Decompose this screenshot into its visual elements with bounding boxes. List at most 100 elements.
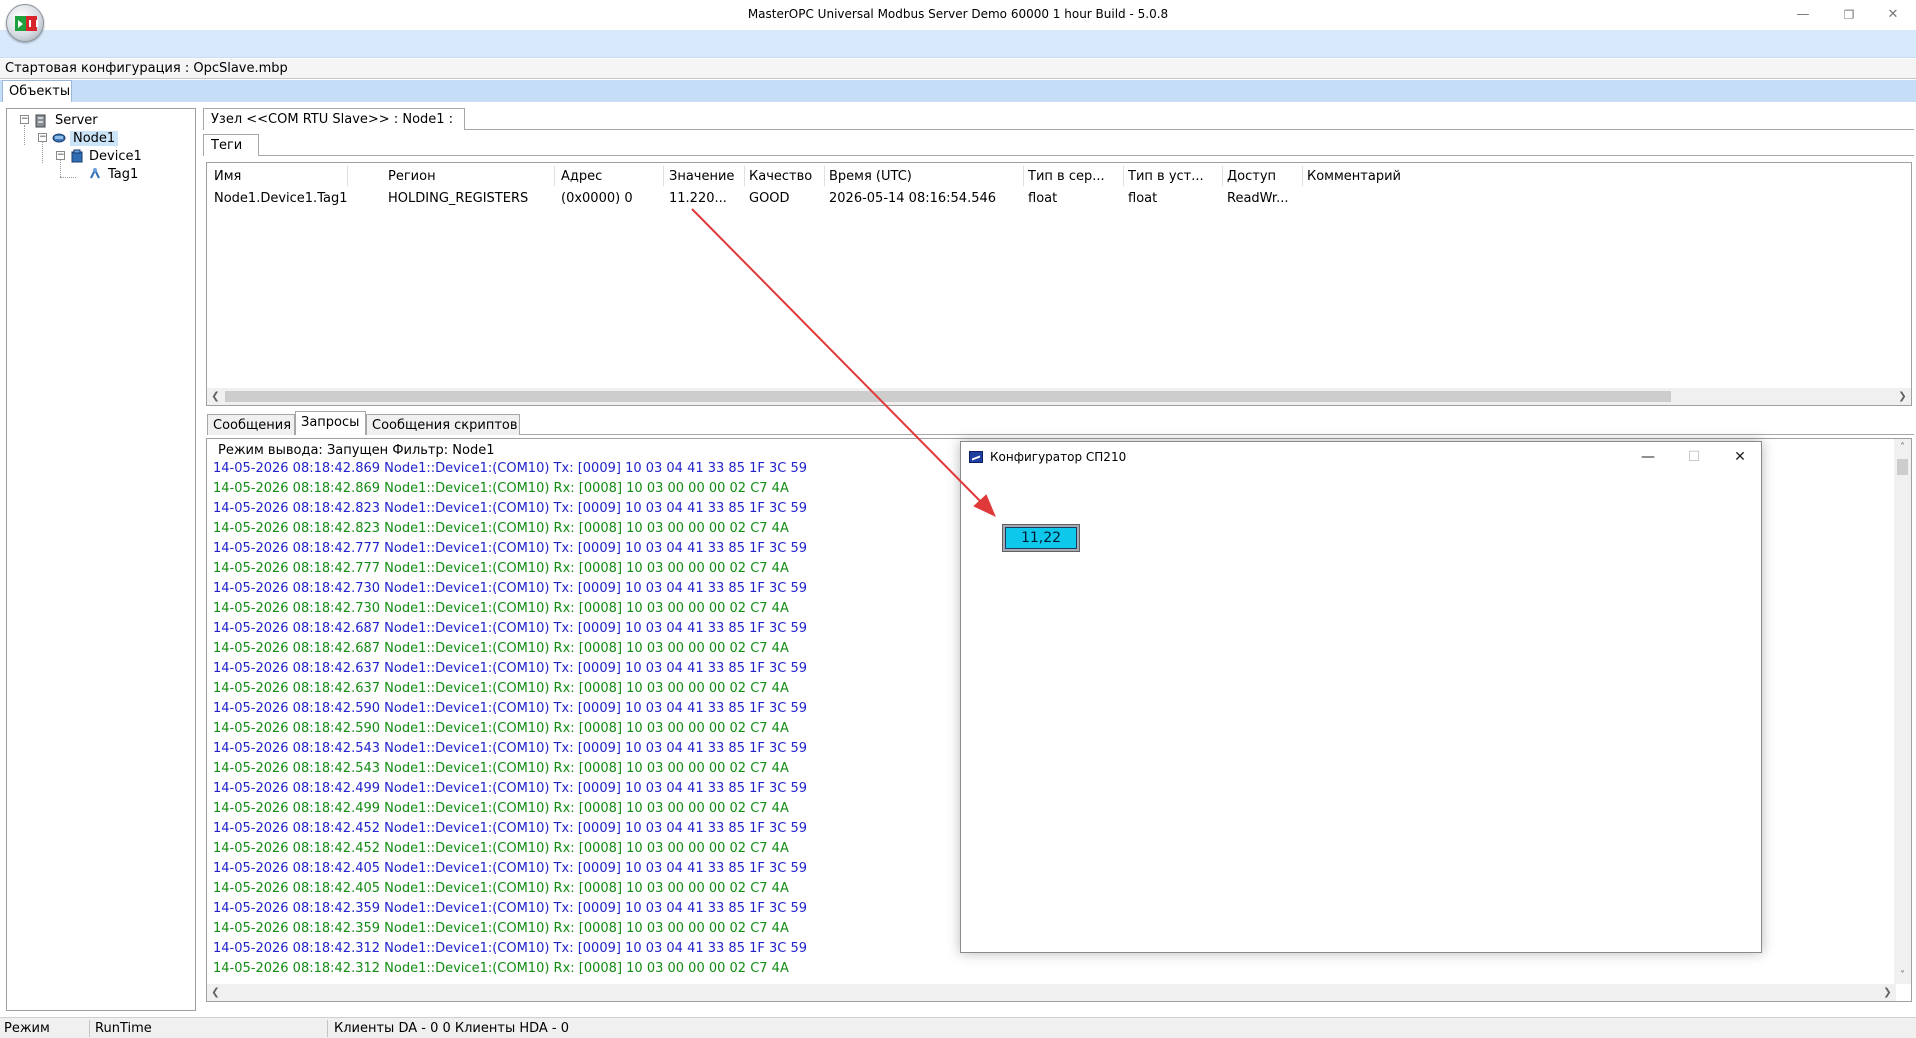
log-line-rx: 14-05-2026 08:18:42.777 Node1::Device1:(… xyxy=(213,561,789,576)
log-line-rx: 14-05-2026 08:18:42.730 Node1::Device1:(… xyxy=(213,601,789,616)
cell-time: 2026-05-14 08:16:54.546 xyxy=(829,191,997,206)
minimize-button[interactable]: — xyxy=(1780,0,1826,30)
sp210-window-title: Конфигуратор СП210 xyxy=(990,450,1127,464)
column-header-time[interactable]: Время (UTC) xyxy=(829,169,912,184)
log-line-tx: 14-05-2026 08:18:42.543 Node1::Device1:(… xyxy=(213,741,808,756)
tree-item-device1[interactable]: Device1 xyxy=(89,149,142,164)
column-header-device-type[interactable]: Тип в уст... xyxy=(1128,169,1204,184)
config-label: Стартовая конфигурация : OpcSlave.mbp xyxy=(5,61,288,76)
window-title: MasterOPC Universal Modbus Server Demo 6… xyxy=(747,7,1169,21)
column-header-region[interactable]: Регион xyxy=(388,169,436,184)
column-header-comment[interactable]: Комментарий xyxy=(1307,169,1401,184)
value-display-frame: 11,22 xyxy=(1002,524,1080,552)
tab-script-messages[interactable]: Сообщения скриптов xyxy=(366,414,520,435)
log-line-tx: 14-05-2026 08:18:42.590 Node1::Device1:(… xyxy=(213,701,808,716)
status-mode-label: Режим xyxy=(4,1021,50,1036)
log-line-tx: 14-05-2026 08:18:42.499 Node1::Device1:(… xyxy=(213,781,808,796)
tab-tags[interactable]: Теги xyxy=(203,134,259,156)
column-header-server-type[interactable]: Тип в сер... xyxy=(1028,169,1105,184)
scroll-thumb[interactable] xyxy=(225,391,1671,402)
log-vertical-scrollbar[interactable]: ˄ ˅ xyxy=(1894,439,1911,984)
log-line-tx: 14-05-2026 08:18:42.637 Node1::Device1:(… xyxy=(213,661,808,676)
divider xyxy=(259,155,1914,156)
log-line-tx: 14-05-2026 08:18:42.687 Node1::Device1:(… xyxy=(213,621,808,636)
log-line-rx: 14-05-2026 08:18:42.869 Node1::Device1:(… xyxy=(213,481,789,496)
server-icon xyxy=(35,114,46,128)
object-tree: − Server − Node1 − Device1 Tag1 xyxy=(6,108,196,1011)
log-line-tx: 14-05-2026 08:18:42.359 Node1::Device1:(… xyxy=(213,901,808,916)
log-line-rx: 14-05-2026 08:18:42.687 Node1::Device1:(… xyxy=(213,641,789,656)
config-bar: Стартовая конфигурация : OpcSlave.mbp xyxy=(0,59,1916,79)
column-header-quality[interactable]: Качество xyxy=(749,169,812,184)
cell-name: Node1.Device1.Tag1 xyxy=(214,191,348,206)
scroll-left-icon[interactable]: ❮ xyxy=(207,388,224,405)
log-line-rx: 14-05-2026 08:18:42.823 Node1::Device1:(… xyxy=(213,521,789,536)
divider xyxy=(520,434,1914,435)
log-line-tx: 14-05-2026 08:18:42.777 Node1::Device1:(… xyxy=(213,541,808,556)
column-header-value[interactable]: Значение xyxy=(669,169,734,184)
log-line-rx: 14-05-2026 08:18:42.543 Node1::Device1:(… xyxy=(213,761,789,776)
log-line-rx: 14-05-2026 08:18:42.312 Node1::Device1:(… xyxy=(213,961,789,976)
tags-table: Имя Регион Адрес Значение Качество Время… xyxy=(206,162,1912,406)
tab-requests[interactable]: Запросы xyxy=(295,411,366,435)
log-line-rx: 14-05-2026 08:18:42.637 Node1::Device1:(… xyxy=(213,681,789,696)
objects-tab-strip: Объекты xyxy=(0,80,1916,102)
sp-maximize-button[interactable]: ☐ xyxy=(1671,442,1717,472)
scroll-left-icon[interactable]: ❮ xyxy=(207,984,224,1001)
value-display[interactable]: 11,22 xyxy=(1005,527,1077,549)
status-clients: Клиенты DA - 0 0 Клиенты HDA - 0 xyxy=(334,1021,570,1036)
divider xyxy=(465,129,1914,130)
title-bar: MasterOPC Universal Modbus Server Demo 6… xyxy=(0,0,1916,30)
status-bar: Режим RunTime Клиенты DA - 0 0 Клиенты H… xyxy=(0,1017,1916,1038)
tag-icon xyxy=(90,167,100,179)
status-mode-value: RunTime xyxy=(95,1021,152,1036)
log-line-tx: 14-05-2026 08:18:42.452 Node1::Device1:(… xyxy=(213,821,808,836)
cell-region: HOLDING_REGISTERS xyxy=(388,191,529,206)
cell-server-type: float xyxy=(1028,191,1058,206)
tree-item-server[interactable]: Server xyxy=(55,113,98,128)
log-line-tx: 14-05-2026 08:18:42.823 Node1::Device1:(… xyxy=(213,501,808,516)
expand-device-icon[interactable]: − xyxy=(56,151,65,160)
ribbon-bar xyxy=(0,30,1916,58)
cell-value: 11.220... xyxy=(669,191,727,206)
log-line-tx: 14-05-2026 08:18:42.405 Node1::Device1:(… xyxy=(213,861,808,876)
log-line-rx: 14-05-2026 08:18:42.359 Node1::Device1:(… xyxy=(213,921,789,936)
scroll-right-icon[interactable]: ❯ xyxy=(1894,388,1911,405)
tree-item-node1[interactable]: Node1 xyxy=(70,131,119,146)
log-line-rx: 14-05-2026 08:18:42.499 Node1::Device1:(… xyxy=(213,801,789,816)
log-line-rx: 14-05-2026 08:18:42.590 Node1::Device1:(… xyxy=(213,721,789,736)
node-icon xyxy=(52,133,66,143)
cell-device-type: float xyxy=(1128,191,1158,206)
node-title-tab[interactable]: Узел <<COM RTU Slave>> : Node1 : xyxy=(203,108,465,130)
column-header-address[interactable]: Адрес xyxy=(561,169,602,184)
tab-objects[interactable]: Объекты xyxy=(2,80,72,102)
cell-quality: GOOD xyxy=(749,191,790,206)
log-line-rx: 14-05-2026 08:18:42.405 Node1::Device1:(… xyxy=(213,881,789,896)
log-header: Режим вывода: Запущен Фильтр: Node1 xyxy=(218,443,495,458)
close-button[interactable]: ✕ xyxy=(1870,0,1916,30)
expand-node-icon[interactable]: − xyxy=(38,133,47,142)
tree-item-tag1[interactable]: Tag1 xyxy=(108,167,138,182)
sp-minimize-button[interactable]: — xyxy=(1625,442,1671,472)
log-line-rx: 14-05-2026 08:18:42.452 Node1::Device1:(… xyxy=(213,841,789,856)
scroll-down-icon[interactable]: ˅ xyxy=(1894,967,1911,984)
scroll-right-icon[interactable]: ❯ xyxy=(1879,984,1896,1001)
restore-button[interactable]: ❐ xyxy=(1826,0,1872,30)
column-header-name[interactable]: Имя xyxy=(214,169,241,184)
device-icon xyxy=(71,149,83,163)
scroll-thumb[interactable] xyxy=(1897,459,1908,475)
cell-address: (0x0000) 0 xyxy=(561,191,633,206)
tab-messages[interactable]: Сообщения xyxy=(207,414,295,435)
sp210-configurator-window[interactable]: Конфигуратор СП210 — ☐ ✕ 11,22 xyxy=(960,441,1762,953)
log-line-tx: 14-05-2026 08:18:42.312 Node1::Device1:(… xyxy=(213,941,808,956)
expand-server-icon[interactable]: − xyxy=(20,115,29,124)
log-horizontal-scrollbar[interactable]: ❮ ❯ xyxy=(207,984,1896,1001)
log-line-tx: 14-05-2026 08:18:42.869 Node1::Device1:(… xyxy=(213,461,808,476)
scroll-up-icon[interactable]: ˄ xyxy=(1894,439,1911,456)
app-logo-icon[interactable] xyxy=(6,4,44,42)
tags-horizontal-scrollbar[interactable]: ❮ ❯ xyxy=(207,388,1911,405)
sp-close-button[interactable]: ✕ xyxy=(1717,442,1763,472)
log-line-tx: 14-05-2026 08:18:42.730 Node1::Device1:(… xyxy=(213,581,808,596)
column-header-access[interactable]: Доступ xyxy=(1227,169,1276,184)
cell-access: ReadWr... xyxy=(1227,191,1289,206)
